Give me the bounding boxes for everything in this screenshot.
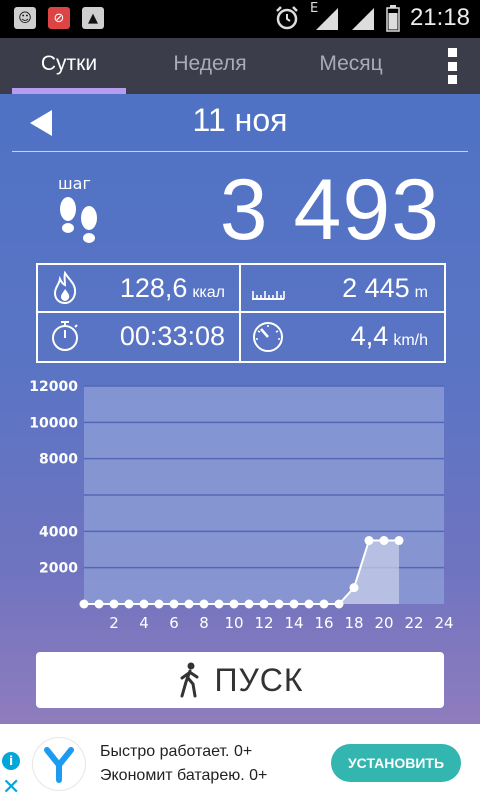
ad-close-icon[interactable]: ✕ xyxy=(2,777,20,799)
start-button-label: ПУСК xyxy=(214,661,304,698)
chart-y-tick-label: 4000 xyxy=(39,524,78,540)
walking-person-icon xyxy=(180,662,199,698)
start-button[interactable]: ПУСК xyxy=(36,652,444,708)
calories-unit: ккал xyxy=(192,284,225,301)
ad-line-1: Быстро работает. 0+ xyxy=(100,743,253,760)
duration-cell: 00:33:08 xyxy=(38,313,239,359)
chart-point xyxy=(124,599,134,609)
chart-x-tick-label: 20 xyxy=(374,614,393,632)
step-count: 3 493 xyxy=(219,162,440,258)
date-row: 11 ноя xyxy=(0,94,480,152)
chart-point xyxy=(274,599,284,609)
chart-point xyxy=(139,599,149,609)
steps-label: шаг xyxy=(58,174,91,193)
ad-line-2: Экономит батарею. 0+ xyxy=(100,767,268,784)
alarm-icon xyxy=(276,6,298,30)
chart-x-tick-label: 10 xyxy=(224,614,243,632)
stats-grid: 128,6 ккал 2 445 m 00:33:08 4,4 km/h xyxy=(36,263,446,363)
tab-month[interactable]: Месяц xyxy=(296,38,406,94)
battery-icon xyxy=(386,5,400,32)
chart-point xyxy=(229,599,239,609)
chart-y-tick-label: 8000 xyxy=(39,452,78,468)
main-panel: 11 ноя шаг 3 493 128,6 ккал 2 445 m 00:3… xyxy=(0,94,480,724)
chart-point xyxy=(94,599,104,609)
tab-week[interactable]: Неделя xyxy=(152,38,268,94)
chart-x-tick-label: 12 xyxy=(254,614,273,632)
flame-icon xyxy=(53,271,77,305)
speedometer-icon xyxy=(253,322,283,352)
tab-day-label: Сутки xyxy=(40,52,98,75)
date-label: 11 ноя xyxy=(192,102,288,138)
distance-cell: 2 445 m xyxy=(241,265,442,311)
app-root: ☺ ⊘ ▲ E 21:18 Сутки Неделя Месяц 11 ноя … xyxy=(0,0,480,800)
chart-x-tick-label: 18 xyxy=(344,614,363,632)
chart-point xyxy=(379,536,389,546)
tab-month-label: Месяц xyxy=(319,52,383,75)
chart-point xyxy=(109,599,119,609)
speed-value: 4,4 xyxy=(350,321,389,351)
chart-y-tick-label: 12000 xyxy=(29,379,78,395)
clock-time: 21:18 xyxy=(409,4,470,31)
ad-info-icon[interactable]: i xyxy=(2,752,20,770)
status-bar: ☺ ⊘ ▲ E 21:18 xyxy=(0,0,480,38)
chart-y-tick-label: 10000 xyxy=(29,415,78,431)
speed-unit: km/h xyxy=(393,332,428,349)
blocked-app-icon: ⊘ xyxy=(48,7,70,29)
chart-y-tick-label: 2000 xyxy=(39,561,78,577)
chart-x-tick-label: 4 xyxy=(139,614,149,632)
overflow-menu-icon[interactable] xyxy=(448,48,460,84)
chart-point xyxy=(214,599,224,609)
signal-icon: E xyxy=(310,1,340,32)
chart-x-tick-label: 24 xyxy=(434,614,453,632)
message-icon: ☺ xyxy=(14,7,36,29)
chart-point xyxy=(304,599,314,609)
chart-x-tick-label: 22 xyxy=(404,614,423,632)
stopwatch-icon xyxy=(52,321,78,351)
chart-x-tick-label: 16 xyxy=(314,614,333,632)
tab-bar: Сутки Неделя Месяц xyxy=(0,38,480,94)
chart-point xyxy=(319,599,329,609)
signal-icon xyxy=(351,8,374,30)
chart-point xyxy=(199,599,209,609)
chart-point xyxy=(394,536,404,546)
distance-unit: m xyxy=(414,284,428,301)
ruler-icon xyxy=(252,291,285,300)
distance-value: 2 445 xyxy=(342,273,410,303)
chart-x-tick-label: 2 xyxy=(109,614,119,632)
duration-value: 00:33:08 xyxy=(119,321,225,351)
ad-text: Быстро работает. 0+ Экономит батарею. 0+ xyxy=(100,740,267,788)
app-logo-icon xyxy=(33,738,85,790)
ad-banner: i ✕ Быстро работает. 0+ Экономит батарею… xyxy=(0,724,480,800)
divider xyxy=(12,151,468,152)
footprints-icon xyxy=(60,197,97,243)
chart-point xyxy=(334,599,344,609)
chart-point xyxy=(364,536,374,546)
steps-chart: 20004000800010000120002 4 6 8 10 12 14 16 18 20 22… xyxy=(29,379,453,632)
chart-x-tick-label: 6 xyxy=(169,614,179,632)
chart-point xyxy=(184,599,194,609)
chart-point xyxy=(244,599,254,609)
chart-x-tick-label: 8 xyxy=(199,614,209,632)
install-button[interactable]: УСТАНОВИТЬ xyxy=(331,744,461,782)
chart-point xyxy=(349,583,359,593)
chart-point xyxy=(259,599,269,609)
chart-point xyxy=(154,599,164,609)
chart-point xyxy=(289,599,299,609)
calories-cell: 128,6 ккал xyxy=(38,265,239,311)
tab-day[interactable]: Сутки xyxy=(12,38,126,94)
chart-x-tick-label: 14 xyxy=(284,614,303,632)
calories-value: 128,6 xyxy=(119,273,188,303)
tab-week-label: Неделя xyxy=(173,52,247,75)
speed-cell: 4,4 km/h xyxy=(241,313,442,359)
chart-point xyxy=(169,599,179,609)
chart-point xyxy=(79,599,89,609)
image-icon: ▲ xyxy=(82,7,104,29)
